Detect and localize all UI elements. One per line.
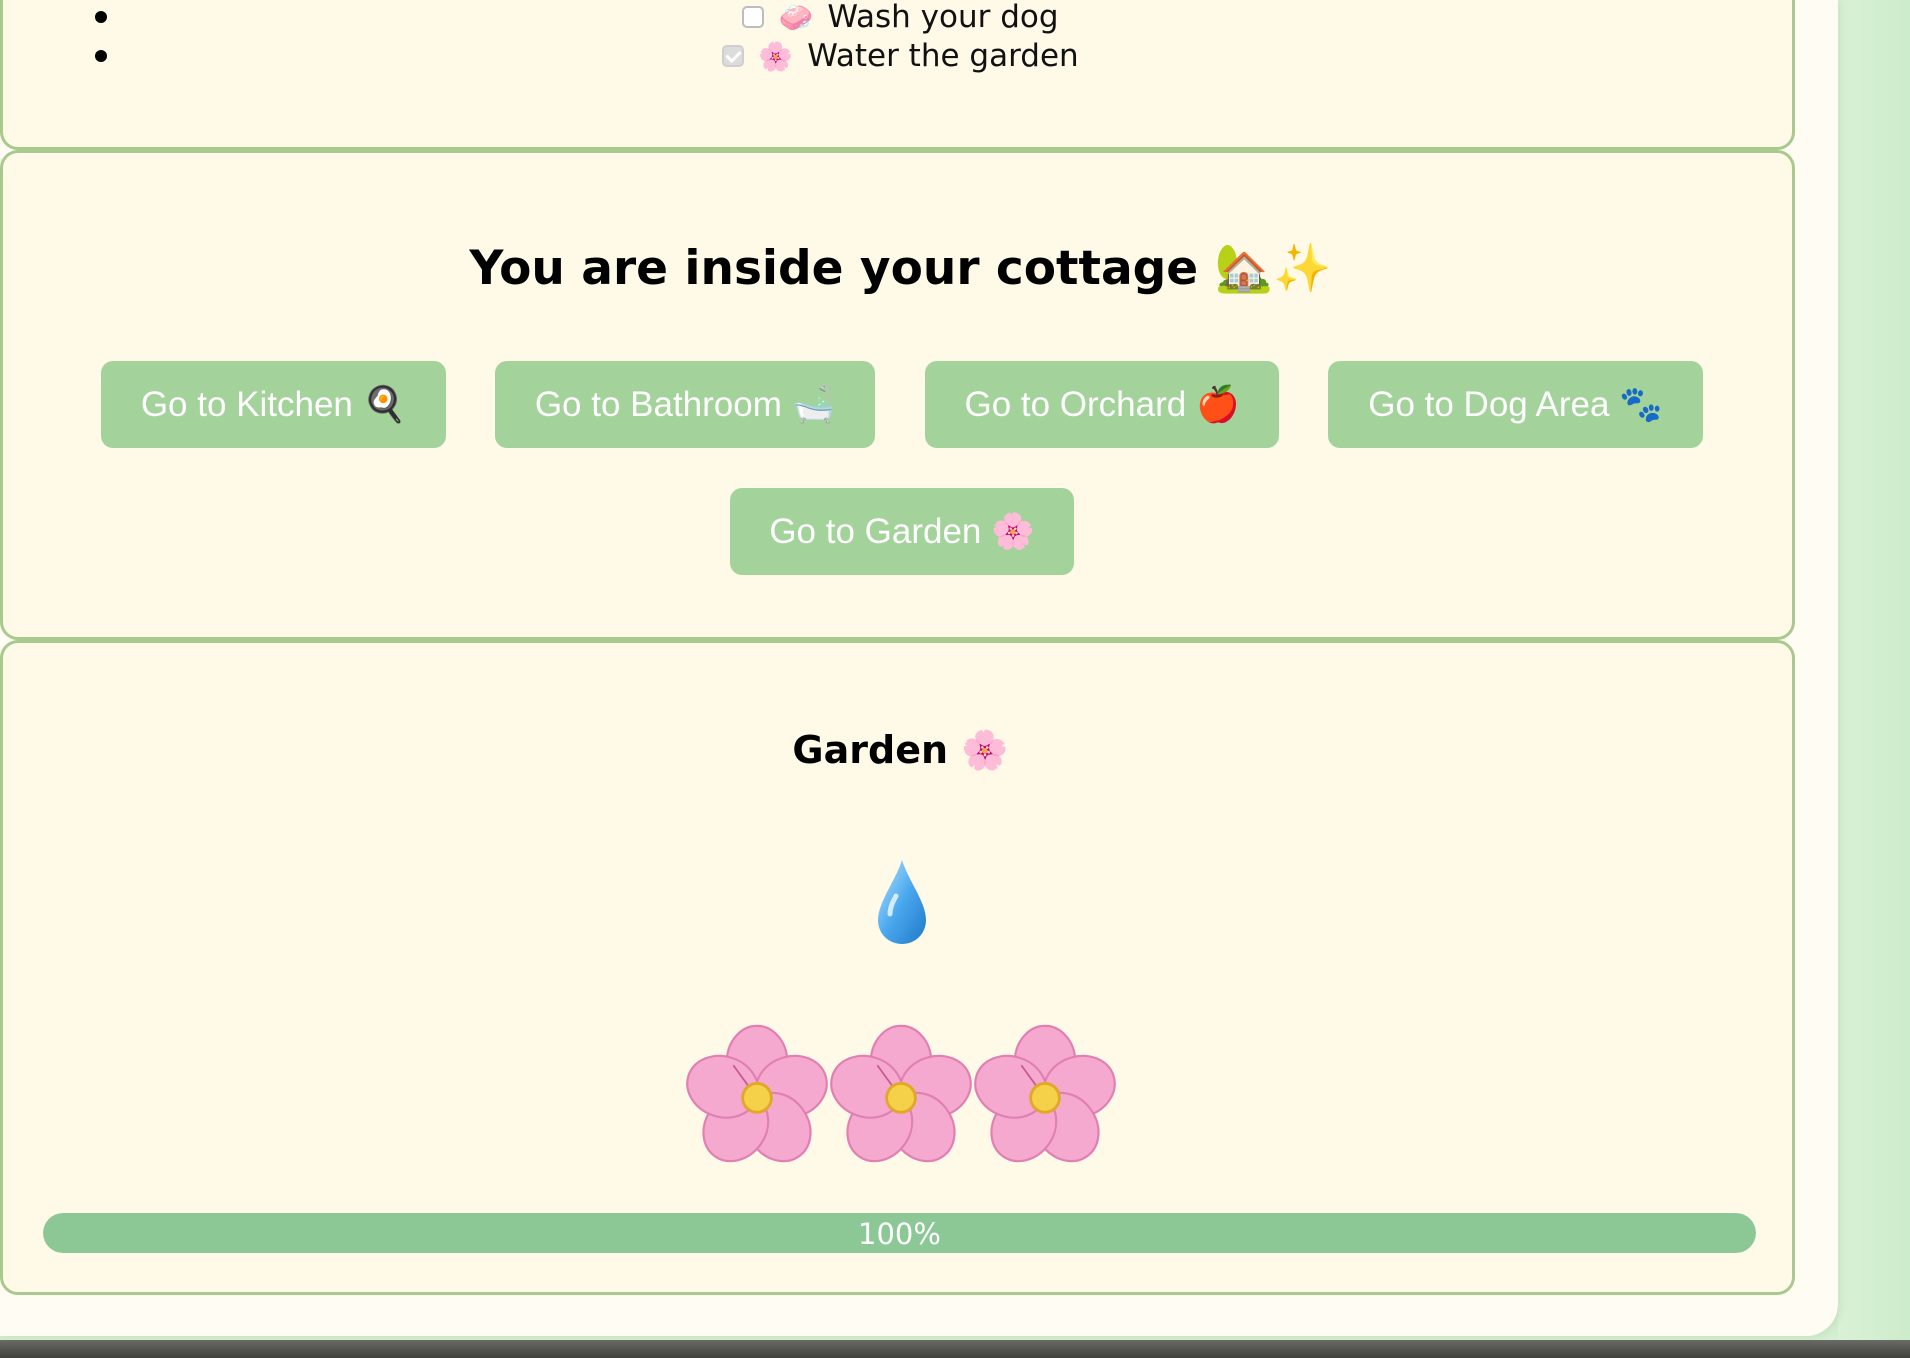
garden-title: Garden 🌸 — [792, 728, 1009, 772]
task-label: Wash your dog — [827, 0, 1059, 35]
garden-progress-bar: 100% — [43, 1213, 1756, 1253]
progress-label: 100% — [858, 1217, 941, 1251]
task-checkbox-water-garden[interactable] — [722, 45, 745, 67]
cottage-panel: You are inside your cottage 🏡✨ Go to Kit… — [0, 150, 1795, 640]
cottage-title: You are inside your cottage 🏡✨ — [469, 241, 1332, 296]
tasks-panel: 🧼 Wash your dog 🌸 Water the garden — [0, 0, 1795, 150]
go-to-orchard-button[interactable]: Go to Orchard 🍎 — [925, 361, 1279, 448]
task-item-water-garden: 🌸 Water the garden — [3, 36, 1798, 76]
cherry-blossom-icon — [685, 1024, 828, 1163]
app-card: 🧼 Wash your dog 🌸 Water the garden You a… — [0, 0, 1838, 1336]
bullet — [95, 11, 107, 23]
go-to-garden-button[interactable]: Go to Garden 🌸 — [730, 488, 1074, 575]
water-drop-icon[interactable] — [874, 858, 930, 946]
task-label: Water the garden — [807, 38, 1079, 74]
cherry-blossom-icon: 🌸 — [758, 39, 794, 73]
cherry-blossom-icon — [973, 1024, 1116, 1163]
garden-panel: Garden 🌸 100% — [0, 640, 1795, 1295]
desktop-strip — [0, 1340, 1910, 1358]
go-to-bathroom-button[interactable]: Go to Bathroom 🛁 — [495, 361, 875, 448]
flower-row — [3, 1023, 1798, 1167]
task-item-wash-dog: 🧼 Wash your dog — [3, 0, 1798, 37]
soap-icon: 🧼 — [778, 0, 814, 34]
bullet — [95, 50, 107, 62]
go-to-kitchen-button[interactable]: Go to Kitchen 🍳 — [101, 361, 446, 448]
cherry-blossom-icon — [829, 1024, 972, 1163]
go-to-dog-area-button[interactable]: Go to Dog Area 🐾 — [1328, 361, 1703, 448]
task-checkbox-wash-dog[interactable] — [742, 6, 765, 28]
page-background — [1838, 0, 1910, 1358]
